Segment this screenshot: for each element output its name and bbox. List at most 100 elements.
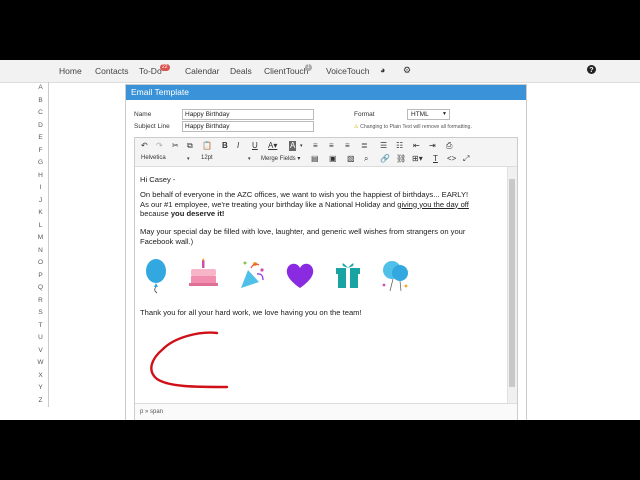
alphabet-letter[interactable]: Y [33,382,48,395]
clear-formatting-icon[interactable]: T [433,154,438,164]
merge-fields-select[interactable]: Merge Fields ▾ [261,155,300,162]
nav-clienttouch[interactable]: ClientTouch [264,66,308,76]
chevron-down-icon[interactable]: ▾ [248,154,251,164]
alphabet-letter[interactable]: O [33,257,48,270]
alphabet-letter[interactable]: L [33,220,48,233]
chevron-down-icon[interactable]: ▾ [187,154,190,164]
svg-text:?: ? [589,65,593,74]
alphabet-letter[interactable]: V [33,345,48,358]
source-code-icon[interactable]: <> [447,154,456,164]
numbered-list-icon[interactable]: ☷ [396,141,403,151]
format-select[interactable]: HTML ▼ [407,109,450,120]
alphabet-letter[interactable]: P [33,270,48,283]
closing-text: Thank you for all your hard work, we lov… [140,308,362,317]
paste-icon[interactable]: 📋 [202,141,212,151]
email-template-panel: Email Template Name Happy Birthday Subje… [125,84,527,420]
unlink-icon[interactable]: ⛓ [396,154,406,164]
alphabet-letter[interactable]: Q [33,282,48,295]
table-grid-icon[interactable]: ⊞▾ [412,154,423,164]
image-icon[interactable]: ▧ [347,154,355,164]
alphabet-letter[interactable]: W [33,357,48,370]
chevron-down-icon: ▼ [442,111,447,117]
heart-icon [286,263,314,288]
alphabet-letter[interactable]: E [33,132,48,145]
scrollbar-thumb[interactable] [509,179,515,387]
top-navigation: Home Contacts To-Do 22 Calendar Deals Cl… [0,60,640,83]
indent-icon[interactable]: ⇥ [429,141,436,151]
align-justify-icon[interactable]: ≣ [361,141,368,151]
align-center-icon[interactable]: ≡ [329,141,334,151]
alphabet-letter[interactable]: R [33,295,48,308]
media-icon[interactable]: ▣ [329,154,337,164]
alphabet-letter[interactable]: H [33,170,48,183]
gear-icon[interactable]: ⚙ [403,65,411,76]
print-icon[interactable]: ⎙ [446,141,452,151]
nav-calendar[interactable]: Calendar [185,66,220,76]
editor-content[interactable]: Hi Casey - On behalf of everyone in the … [135,167,507,403]
pie-chart-icon[interactable]: ◕ [380,65,385,75]
alphabet-letter[interactable]: J [33,195,48,208]
alphabet-letter[interactable]: U [33,332,48,345]
alphabet-letter[interactable]: K [33,207,48,220]
alphabet-letter[interactable]: I [33,182,48,195]
underline-icon[interactable]: U [252,141,258,151]
font-size-select[interactable]: 12pt [201,155,213,161]
chevron-down-icon[interactable]: ▾ [300,141,303,151]
alphabet-letter[interactable]: X [33,370,48,383]
editor-scrollbar[interactable] [507,167,517,403]
outdent-icon[interactable]: ⇤ [413,141,420,151]
nav-todo[interactable]: To-Do [139,66,162,76]
balloon-icon [146,259,166,294]
alphabet-letter[interactable]: B [33,95,48,108]
editor-toolbar: ↶ ↷ ✂ ⧉ 📋 B I U A▾ A ▾ ≡ ≡ ≡ ≣ ☰ ☷ ⇤ ⇥ ⎙ [135,138,517,167]
nav-voicetouch[interactable]: VoiceTouch [326,66,369,76]
bold-text: you deserve it! [170,209,225,218]
party-popper-icon [241,261,264,288]
alphabet-letter[interactable]: S [33,307,48,320]
bold-icon[interactable]: B [222,141,228,151]
greeting-text: Hi Casey - [140,175,176,184]
format-warning: ⚠ Changing to Plain Text will remove all… [354,124,472,130]
editor-statusbar: p » span [135,403,517,420]
alphabet-letter[interactable]: C [33,107,48,120]
alphabet-letter[interactable]: T [33,320,48,333]
align-left-icon[interactable]: ≡ [313,141,318,151]
copy-icon[interactable]: ⧉ [187,141,193,151]
name-input[interactable]: Happy Birthday [182,109,314,120]
day-off-link[interactable]: giving you the day off [397,200,469,209]
undo-icon[interactable]: ↶ [141,141,148,151]
text-color-icon[interactable]: A▾ [268,141,277,151]
redo-icon[interactable]: ↷ [156,141,163,151]
alphabet-letter[interactable]: N [33,245,48,258]
subject-input[interactable]: Happy Birthday [182,121,314,132]
alphabet-letter[interactable]: Z [33,395,48,408]
bullet-list-icon[interactable]: ☰ [380,141,387,151]
warning-icon: ⚠ [354,124,359,130]
alphabet-letter[interactable]: A [33,82,48,95]
alphabet-letter[interactable]: G [33,157,48,170]
handwritten-annotation [150,331,229,389]
format-label: Format [354,111,375,118]
highlight-color-icon[interactable]: A [289,141,297,151]
fullscreen-icon[interactable]: ⤢ [463,154,469,164]
nav-home[interactable]: Home [59,66,82,76]
font-family-select[interactable]: Helvetica [141,155,166,161]
balloons-icon [382,261,408,292]
link-icon[interactable]: 🔗 [380,154,390,164]
cut-icon[interactable]: ✂ [172,141,179,151]
alphabet-letter[interactable]: D [33,120,48,133]
alphabet-letter[interactable]: F [33,145,48,158]
help-icon[interactable]: ? [587,65,596,76]
alphabet-letter[interactable]: M [33,232,48,245]
font-size-value: 12pt [201,155,213,161]
emoji-row [140,258,500,294]
table-icon[interactable]: ▤ [311,154,319,164]
paragraph-2: May your special day be filled with love… [140,227,466,246]
element-path: p » span [140,409,164,415]
nav-deals[interactable]: Deals [230,66,252,76]
find-icon[interactable]: ⌕ [364,154,368,164]
nav-contacts[interactable]: Contacts [95,66,129,76]
italic-icon[interactable]: I [237,141,239,151]
gift-icon [336,263,360,288]
align-right-icon[interactable]: ≡ [345,141,350,151]
